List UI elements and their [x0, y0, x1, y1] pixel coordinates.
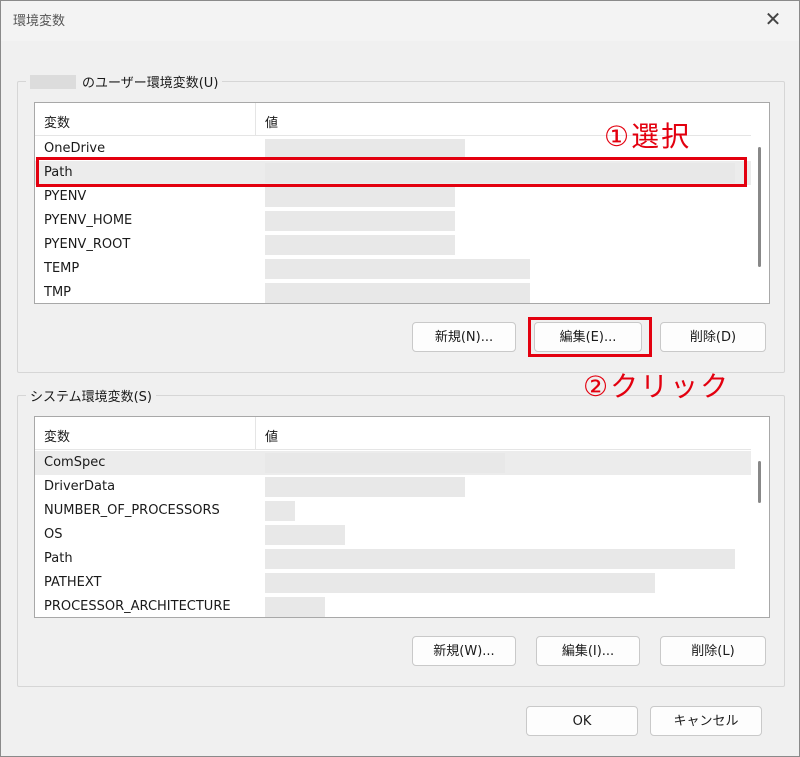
variable-name: OneDrive: [44, 141, 106, 156]
table-row[interactable]: OS: [35, 523, 751, 547]
table-row[interactable]: NUMBER_OF_PROCESSORS: [35, 499, 751, 523]
scrollbar-thumb[interactable]: [758, 461, 761, 503]
variable-name: PATHEXT: [44, 575, 102, 590]
redacted-value: [265, 283, 530, 303]
variable-name: PYENV: [44, 189, 87, 204]
user-delete-button[interactable]: 削除(D): [660, 322, 766, 352]
variable-name: PYENV_ROOT: [44, 237, 131, 252]
redacted-value: [265, 477, 465, 497]
table-row[interactable]: Path: [35, 547, 751, 571]
variable-name: Path: [44, 551, 73, 566]
vertical-scrollbar[interactable]: [751, 417, 769, 617]
redacted-value: [265, 501, 295, 521]
redacted-username: [30, 75, 76, 89]
redacted-value: [265, 187, 455, 207]
annotation-highlight-path-row: [36, 157, 747, 187]
window-title: 環境変数: [13, 14, 66, 29]
variable-name: ComSpec: [44, 455, 106, 470]
vertical-scrollbar[interactable]: [751, 103, 769, 303]
redacted-value: [265, 139, 465, 159]
table-row[interactable]: PYENV_ROOT: [35, 233, 751, 257]
table-row[interactable]: PATHEXT: [35, 571, 751, 595]
column-header-variable[interactable]: 変数: [44, 112, 70, 131]
redacted-value: [265, 573, 655, 593]
title-bar: 環境変数 ✕: [1, 1, 799, 41]
user-variables-legend: のユーザー環境変数(U): [26, 72, 223, 91]
redacted-value: [265, 525, 345, 545]
variable-name: TEMP: [44, 261, 80, 276]
cancel-button[interactable]: キャンセル: [650, 706, 762, 736]
variable-name: OS: [44, 527, 63, 542]
redacted-value: [265, 453, 505, 473]
annotation-step2-label: ②クリック: [583, 370, 731, 403]
table-row[interactable]: PROCESSOR_ARCHITECTURE: [35, 595, 751, 617]
table-row[interactable]: DriverData: [35, 475, 751, 499]
redacted-value: [265, 259, 530, 279]
redacted-value: [265, 235, 455, 255]
table-row[interactable]: PYENV: [35, 185, 751, 209]
redacted-value: [265, 211, 455, 231]
column-header-value[interactable]: 値: [265, 112, 278, 131]
table-row[interactable]: TMP: [35, 281, 751, 303]
variable-name: PROCESSOR_ARCHITECTURE: [44, 599, 231, 614]
variable-name: DriverData: [44, 479, 116, 494]
redacted-value: [265, 597, 325, 617]
close-icon[interactable]: ✕: [761, 7, 785, 31]
variable-name: TMP: [44, 285, 71, 300]
list-header: 変数 値: [35, 417, 751, 450]
column-separator: [255, 417, 256, 449]
system-variables-group: システム環境変数(S) 変数 値 ComSpec DriverData NUMB…: [17, 386, 785, 687]
redacted-value: [265, 549, 735, 569]
variable-name: NUMBER_OF_PROCESSORS: [44, 503, 220, 518]
system-variables-legend: システム環境変数(S): [26, 386, 157, 405]
user-variables-legend-text: のユーザー環境変数(U): [82, 76, 219, 91]
annotation-highlight-edit-button: [528, 317, 652, 357]
user-new-button[interactable]: 新規(N)...: [412, 322, 516, 352]
system-variables-list[interactable]: 変数 値 ComSpec DriverData NUMBER_OF_PROCES…: [34, 416, 770, 618]
column-header-value[interactable]: 値: [265, 426, 278, 445]
column-header-variable[interactable]: 変数: [44, 426, 70, 445]
environment-variables-dialog: 環境変数 ✕ のユーザー環境変数(U) 変数 値 OneDrive Path P…: [0, 0, 800, 757]
system-delete-button[interactable]: 削除(L): [660, 636, 766, 666]
table-row[interactable]: PYENV_HOME: [35, 209, 751, 233]
annotation-step1-label: ①選択: [604, 120, 692, 153]
table-row[interactable]: TEMP: [35, 257, 751, 281]
column-separator: [255, 103, 256, 135]
system-new-button[interactable]: 新規(W)...: [412, 636, 516, 666]
scrollbar-thumb[interactable]: [758, 147, 761, 267]
ok-button[interactable]: OK: [526, 706, 638, 736]
variable-name: PYENV_HOME: [44, 213, 133, 228]
table-row-selected[interactable]: ComSpec: [35, 451, 751, 475]
system-edit-button[interactable]: 編集(I)...: [536, 636, 640, 666]
